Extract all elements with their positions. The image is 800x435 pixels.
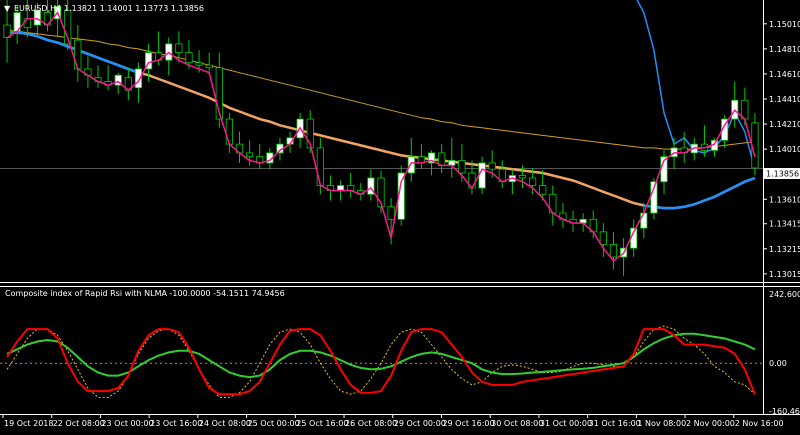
time-tick-label: 23 Oct 16:00 bbox=[150, 419, 202, 428]
dropdown-triangle-icon[interactable]: ▼ bbox=[4, 4, 11, 13]
chart-window: 1.15010 1.14810 1.14610 1.14410 1.14210 1.140… bbox=[0, 0, 800, 431]
time-tick-label: 23 Oct 00:00 bbox=[101, 419, 153, 428]
candle-body bbox=[478, 162, 486, 189]
candle-body bbox=[640, 212, 648, 229]
candle-body bbox=[529, 177, 537, 186]
price-tick-label: 1.13215 bbox=[769, 245, 800, 254]
time-tick-label: 25 Oct 00:00 bbox=[248, 419, 300, 428]
time-tick-label: 1 Nov 08:00 bbox=[637, 419, 686, 428]
indicator-title: Composite index of Rapid Rsi with NLMA -… bbox=[5, 289, 285, 298]
time-tick-label: 2 Nov 00:00 bbox=[686, 419, 735, 428]
indicator-tick-label: 242.6005 bbox=[769, 290, 800, 299]
candle-body bbox=[488, 162, 496, 170]
candle-body bbox=[407, 156, 415, 174]
candle-body bbox=[539, 185, 547, 195]
indicator-tick-label: 0.00 bbox=[769, 359, 787, 368]
candle-body bbox=[316, 147, 324, 186]
candle bbox=[650, 177, 658, 220]
candle-body bbox=[458, 160, 466, 174]
current-price-marker: 1.13856 bbox=[764, 168, 800, 179]
candle-body bbox=[246, 152, 254, 158]
time-tick-label: 26 Oct 08:00 bbox=[345, 419, 397, 428]
candle-body bbox=[185, 52, 193, 64]
time-tick-label: 2 Nov 16:00 bbox=[735, 419, 784, 428]
price-tick-label: 1.14410 bbox=[769, 95, 800, 104]
time-tick-label: 31 Oct 00:00 bbox=[540, 419, 592, 428]
price-tick-label: 1.14610 bbox=[769, 70, 800, 79]
indicator-tick-label: -160.4609 bbox=[769, 407, 800, 416]
candle-body bbox=[175, 43, 183, 54]
candle-body bbox=[195, 62, 203, 66]
candle-body bbox=[74, 39, 82, 70]
candle-body bbox=[599, 231, 607, 245]
price-tick-label: 1.13015 bbox=[769, 270, 800, 279]
candle-body bbox=[225, 118, 233, 145]
price-tick-label: 1.14210 bbox=[769, 120, 800, 129]
candle-body bbox=[23, 18, 31, 28]
price-tick-label: 1.14010 bbox=[769, 145, 800, 154]
chart-canvas[interactable]: 1.15010 1.14810 1.14610 1.14410 1.14210 1.140… bbox=[0, 0, 800, 431]
time-tick-label: 29 Oct 00:00 bbox=[394, 419, 446, 428]
candle-body bbox=[205, 64, 213, 69]
time-tick-label: 30 Oct 08:00 bbox=[491, 419, 543, 428]
time-tick-label: 19 Oct 2018 bbox=[4, 419, 53, 428]
candle-body bbox=[387, 206, 395, 220]
price-tick-label: 1.13610 bbox=[769, 195, 800, 204]
time-tick-label: 29 Oct 16:00 bbox=[442, 419, 494, 428]
main-header: ▼ EURUSD,H4 1.13821 1.14001 1.13773 1.13… bbox=[4, 4, 204, 13]
ohlc-values: 1.13821 1.14001 1.13773 1.13856 bbox=[64, 4, 204, 13]
candle-body bbox=[751, 122, 759, 169]
symbol-timeframe: EURUSD,H4 bbox=[14, 4, 61, 13]
time-tick-label: 24 Oct 08:00 bbox=[199, 419, 251, 428]
time-tick-label: 22 Oct 08:00 bbox=[53, 419, 105, 428]
price-tick-label: 1.13415 bbox=[769, 220, 800, 229]
time-tick-label: 31 Oct 16:00 bbox=[589, 419, 641, 428]
candle-body bbox=[609, 243, 618, 258]
current-price-label: 1.13856 bbox=[766, 170, 799, 179]
price-tick-label: 1.15010 bbox=[769, 20, 800, 29]
candle-body bbox=[518, 175, 527, 179]
time-tick-label: 25 Oct 16:00 bbox=[296, 419, 348, 428]
price-tick-label: 1.14810 bbox=[769, 45, 800, 54]
